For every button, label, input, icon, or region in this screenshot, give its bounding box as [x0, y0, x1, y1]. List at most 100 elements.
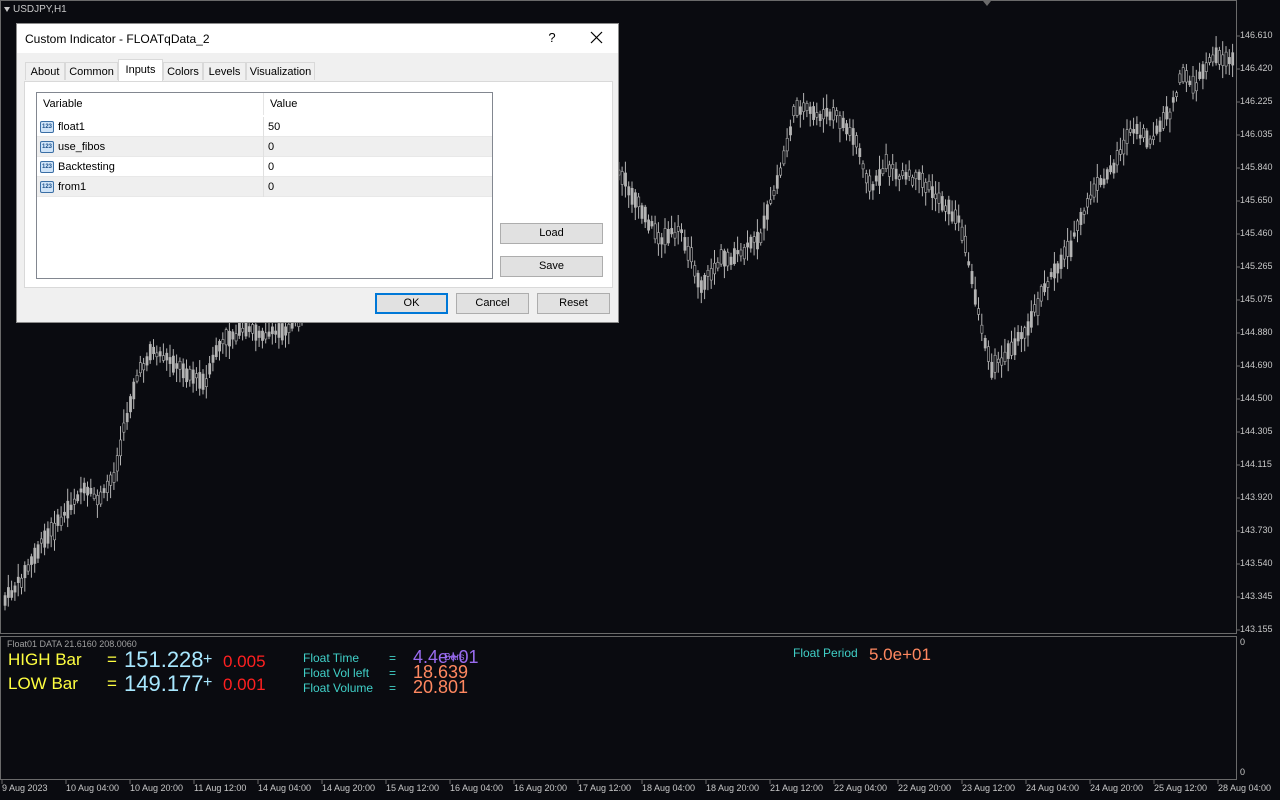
column-header-variable[interactable]: Variable: [37, 93, 263, 115]
candle-body: [1155, 125, 1159, 134]
candle-body: [792, 106, 796, 116]
candle-body: [1072, 232, 1076, 237]
dialog-titlebar[interactable]: Custom Indicator - FLOATqData_2 ?: [17, 24, 618, 53]
candle-body: [967, 261, 971, 266]
candle-body: [666, 228, 670, 244]
candle-body: [49, 522, 53, 537]
inputs-grid[interactable]: Variable Value 123 float1 50 123 use_fib…: [36, 92, 493, 279]
candle-body: [795, 100, 799, 116]
time-tick-label: 22 Aug 20:00: [898, 783, 952, 793]
candle-body: [1049, 272, 1053, 277]
candle-body: [775, 175, 779, 189]
dropdown-triangle-icon[interactable]: [4, 6, 10, 12]
numeric-type-icon: 123: [40, 181, 54, 193]
numeric-type-icon: 123: [40, 121, 54, 133]
candle-body: [1162, 112, 1165, 129]
tab-visualization[interactable]: Visualization: [246, 62, 315, 80]
close-icon[interactable]: [587, 28, 607, 48]
float-time-equals: =: [389, 651, 397, 665]
candle-body: [1076, 220, 1080, 231]
candle-body: [102, 488, 106, 493]
candle-body: [818, 113, 822, 121]
column-header-value[interactable]: Value: [264, 93, 492, 115]
price-tick-label: 143.345: [1240, 591, 1273, 601]
candle-body: [211, 354, 215, 363]
time-tick-label: 10 Aug 20:00: [130, 783, 184, 793]
ok-button[interactable]: OK: [375, 293, 448, 314]
custom-indicator-dialog[interactable]: Custom Indicator - FLOATqData_2 ? About …: [16, 23, 619, 323]
save-button[interactable]: Save: [500, 256, 603, 277]
low-bar-equals: =: [107, 674, 117, 693]
candle-body: [277, 323, 281, 338]
variable-name: use_fibos: [58, 141, 106, 153]
candle-body: [132, 381, 136, 400]
time-tick-label: 9 Aug 2023: [2, 783, 48, 793]
input-row-from1[interactable]: 123 from1 0: [37, 177, 492, 197]
float-vol-left-equals: =: [389, 666, 397, 680]
candle-body: [815, 112, 819, 118]
input-row-use-fibos[interactable]: 123 use_fibos 0: [37, 137, 492, 157]
candle-body: [930, 186, 934, 198]
tab-colors[interactable]: Colors: [163, 62, 203, 80]
tab-common[interactable]: Common: [65, 62, 118, 80]
candle-body: [845, 123, 849, 135]
candle-body: [676, 226, 680, 232]
time-tick-label: 11 Aug 12:00: [194, 783, 247, 793]
tab-about[interactable]: About: [25, 62, 65, 80]
variable-value[interactable]: 0: [268, 157, 274, 177]
candle-body: [841, 117, 845, 129]
candle-body: [719, 249, 723, 265]
chart-symbol-label[interactable]: USDJPY,H1: [4, 4, 67, 15]
candle-body: [96, 495, 99, 506]
candle-body: [954, 209, 957, 224]
tab-inputs[interactable]: Inputs: [118, 59, 163, 81]
variable-value[interactable]: 0: [268, 137, 274, 157]
load-button[interactable]: Load: [500, 223, 603, 244]
candle-body: [884, 154, 888, 170]
variable-value[interactable]: 50: [268, 117, 280, 137]
candle-body: [713, 262, 717, 275]
variable-value[interactable]: 0: [268, 177, 274, 197]
input-row-float1[interactable]: 123 float1 50: [37, 117, 492, 137]
candle-body: [135, 375, 139, 382]
candle-body: [172, 355, 175, 373]
candle-body: [1089, 194, 1093, 200]
candle-body: [3, 595, 7, 606]
candle-body: [759, 232, 763, 244]
candle-body: [673, 231, 677, 239]
close-button[interactable]: [587, 28, 607, 48]
float-volume-label: Float Volume: [303, 681, 374, 695]
candle-body: [10, 590, 14, 598]
time-tick-label: 28 Aug 04:00: [1218, 783, 1272, 793]
candle-body: [762, 215, 766, 229]
candle-body: [86, 486, 90, 496]
candle-body: [231, 331, 235, 340]
help-button[interactable]: ?: [545, 30, 559, 46]
price-tick-label: 143.920: [1240, 492, 1273, 502]
tab-levels[interactable]: Levels: [203, 62, 246, 80]
candle-body: [1112, 162, 1116, 174]
candle-body: [881, 168, 885, 175]
candle-body: [20, 577, 24, 588]
candle-body: [640, 205, 644, 219]
input-row-backtesting[interactable]: 123 Backtesting 0: [37, 157, 492, 177]
candle-body: [723, 250, 726, 267]
reset-button[interactable]: Reset: [537, 293, 610, 314]
cancel-button[interactable]: Cancel: [456, 293, 529, 314]
candle-body: [851, 128, 855, 145]
candle-body: [709, 268, 713, 281]
time-tick-label: 18 Aug 20:00: [706, 783, 760, 793]
candle-body: [1204, 62, 1208, 72]
price-tick-label: 146.610: [1240, 30, 1273, 40]
candle-body: [1181, 67, 1185, 83]
candle-body: [1152, 135, 1155, 140]
candle-body: [643, 206, 647, 223]
candle-body: [247, 326, 251, 332]
float-volume-equals: =: [389, 681, 397, 695]
candle-body: [1026, 321, 1030, 336]
candle-body: [716, 262, 720, 269]
candle-body: [1059, 254, 1063, 269]
candle-body: [690, 247, 693, 263]
candle-body: [264, 332, 268, 340]
candle-body: [1191, 75, 1195, 94]
